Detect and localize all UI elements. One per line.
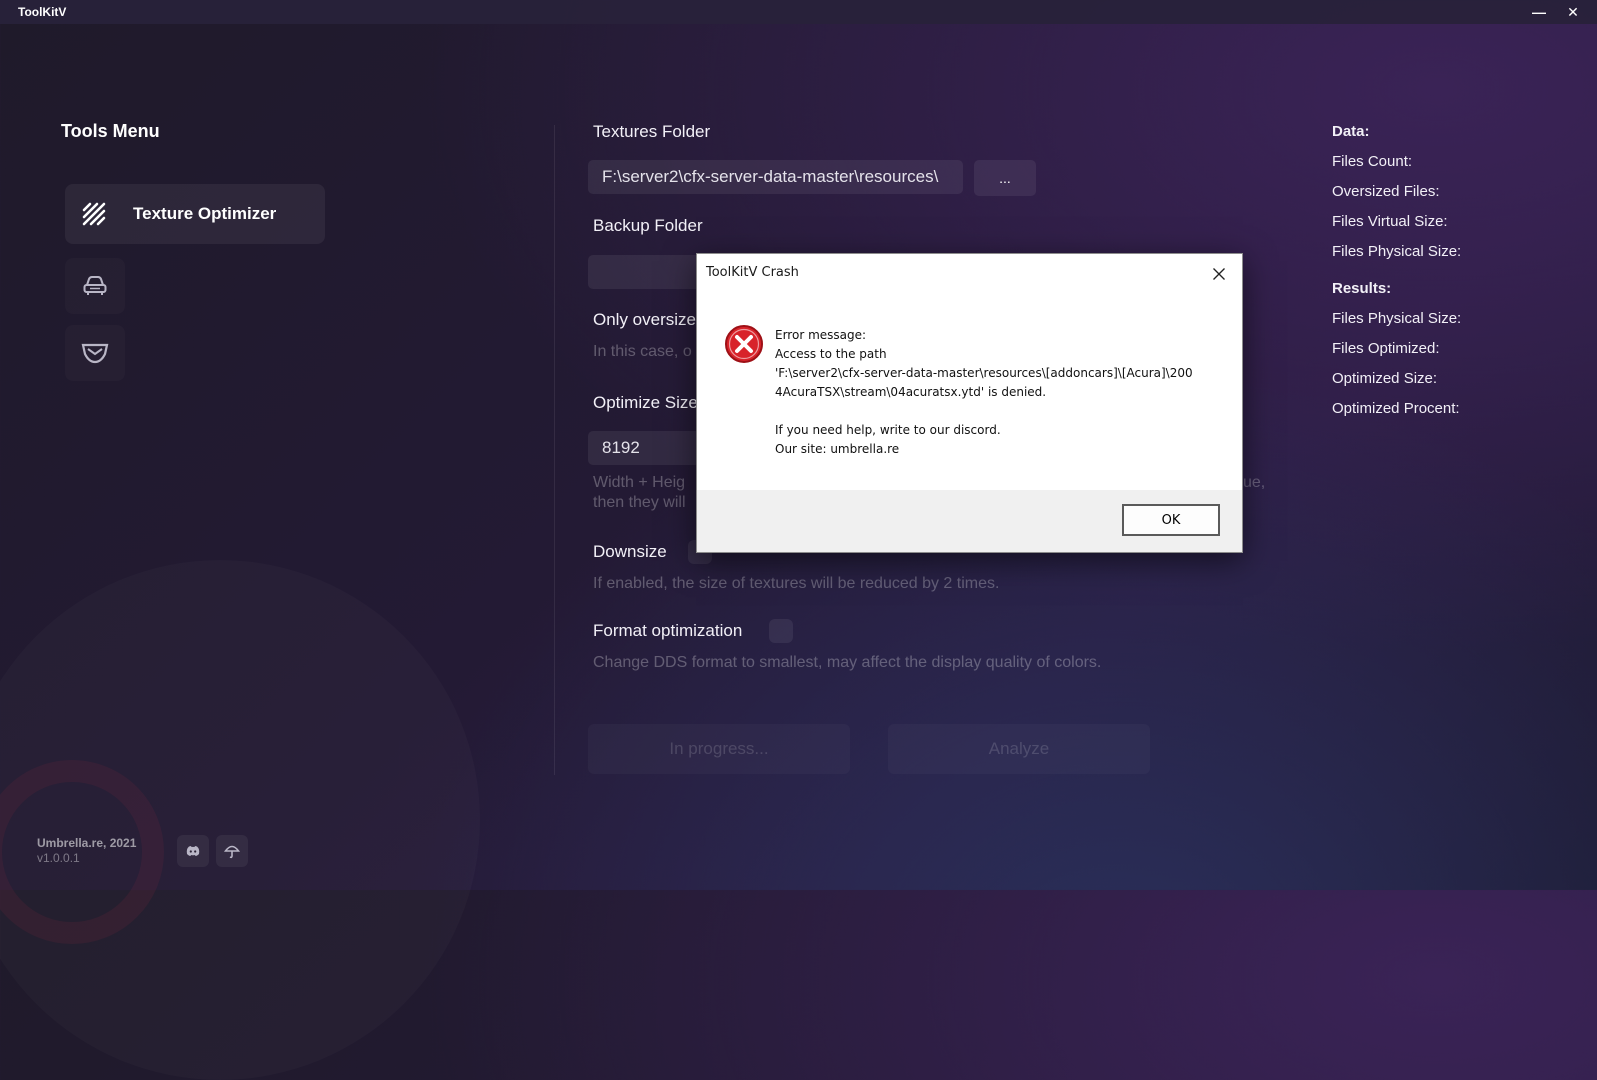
format-optimization-toggle[interactable] bbox=[769, 619, 793, 643]
data-header: Data: bbox=[1332, 123, 1370, 140]
crash-dialog: ToolKitV Crash Error message: Access to … bbox=[696, 253, 1243, 553]
sidebar-item-vehicles[interactable] bbox=[65, 258, 125, 314]
dialog-close-button[interactable] bbox=[1204, 260, 1234, 288]
error-line: 'F:\server2\cfx-server-data-master\resou… bbox=[775, 366, 1193, 380]
format-optimization-description: Change DDS format to smallest, may affec… bbox=[593, 654, 1102, 671]
minimize-button[interactable]: — bbox=[1527, 2, 1551, 22]
window-titlebar: ToolKitV — ✕ bbox=[0, 0, 1597, 24]
discord-icon bbox=[186, 846, 200, 856]
result-files-optimized: Files Optimized: bbox=[1332, 340, 1440, 357]
ok-button[interactable]: OK bbox=[1122, 504, 1220, 536]
stat-files-virtual-size: Files Virtual Size: bbox=[1332, 213, 1448, 230]
result-optimized-size: Optimized Size: bbox=[1332, 370, 1438, 387]
result-optimized-procent: Optimized Procent: bbox=[1332, 400, 1460, 417]
error-line bbox=[775, 402, 1215, 421]
format-optimization-label: Format optimization bbox=[593, 621, 743, 640]
downsize-label: Downsize bbox=[593, 542, 667, 561]
footer-brand: Umbrella.re, 2021 bbox=[37, 836, 137, 850]
textures-folder-label: Textures Folder bbox=[593, 122, 711, 141]
window-controls: — ✕ bbox=[1527, 2, 1597, 22]
sidebar-item-label: Texture Optimizer bbox=[133, 204, 277, 223]
only-oversized-label: Only oversize bbox=[593, 310, 696, 329]
browse-button[interactable]: ... bbox=[974, 160, 1036, 196]
optimize-size-description-line2: then they will bbox=[593, 494, 686, 511]
error-line: Access to the path bbox=[775, 347, 887, 361]
discord-button[interactable] bbox=[177, 835, 209, 867]
error-line: Error message: bbox=[775, 328, 867, 342]
in-progress-button[interactable]: In progress... bbox=[588, 724, 850, 774]
optimize-size-description: Width + Heig bbox=[593, 474, 686, 491]
only-oversized-description: In this case, o bbox=[593, 343, 692, 360]
downsize-description: If enabled, the size of textures will be… bbox=[593, 575, 1000, 592]
analyze-button[interactable]: Analyze bbox=[888, 724, 1150, 774]
stat-files-count: Files Count: bbox=[1332, 153, 1413, 170]
stat-oversized-files: Oversized Files: bbox=[1332, 183, 1440, 200]
error-message: Error message: Access to the path 'F:\se… bbox=[775, 326, 1215, 459]
stat-files-physical-size: Files Physical Size: bbox=[1332, 243, 1462, 260]
tools-menu-title: Tools Menu bbox=[61, 121, 160, 141]
umbrella-icon bbox=[224, 845, 240, 859]
error-line: If you need help, write to our discord. bbox=[775, 423, 1001, 437]
dialog-footer: OK bbox=[697, 490, 1242, 552]
close-window-button[interactable]: ✕ bbox=[1561, 2, 1585, 22]
backup-folder-label: Backup Folder bbox=[593, 216, 703, 235]
sidebar-item-shield[interactable] bbox=[65, 325, 125, 381]
optimize-size-description-tail: ue, bbox=[1243, 474, 1266, 491]
window-title: ToolKitV bbox=[18, 5, 67, 19]
error-icon bbox=[725, 325, 763, 363]
error-line: 4AcuraTSX\stream\04acuratsx.ytd' is deni… bbox=[775, 385, 1047, 399]
umbrella-site-button[interactable] bbox=[216, 835, 248, 867]
car-icon bbox=[83, 276, 107, 295]
shield-badge-icon bbox=[81, 343, 109, 364]
close-icon bbox=[1213, 268, 1225, 280]
results-header: Results: bbox=[1332, 280, 1392, 297]
dialog-title: ToolKitV Crash bbox=[706, 265, 799, 280]
footer-version: v1.0.0.1 bbox=[37, 851, 80, 865]
textures-folder-input[interactable]: F:\server2\cfx-server-data-master\resour… bbox=[588, 160, 963, 194]
panel-divider bbox=[554, 125, 555, 775]
texture-stripes-icon bbox=[82, 202, 106, 226]
error-line: Our site: umbrella.re bbox=[775, 442, 900, 456]
optimize-size-label: Optimize Size bbox=[593, 393, 698, 412]
sidebar-item-texture-optimizer[interactable]: Texture Optimizer bbox=[65, 184, 325, 244]
result-files-physical-size: Files Physical Size: bbox=[1332, 310, 1462, 327]
